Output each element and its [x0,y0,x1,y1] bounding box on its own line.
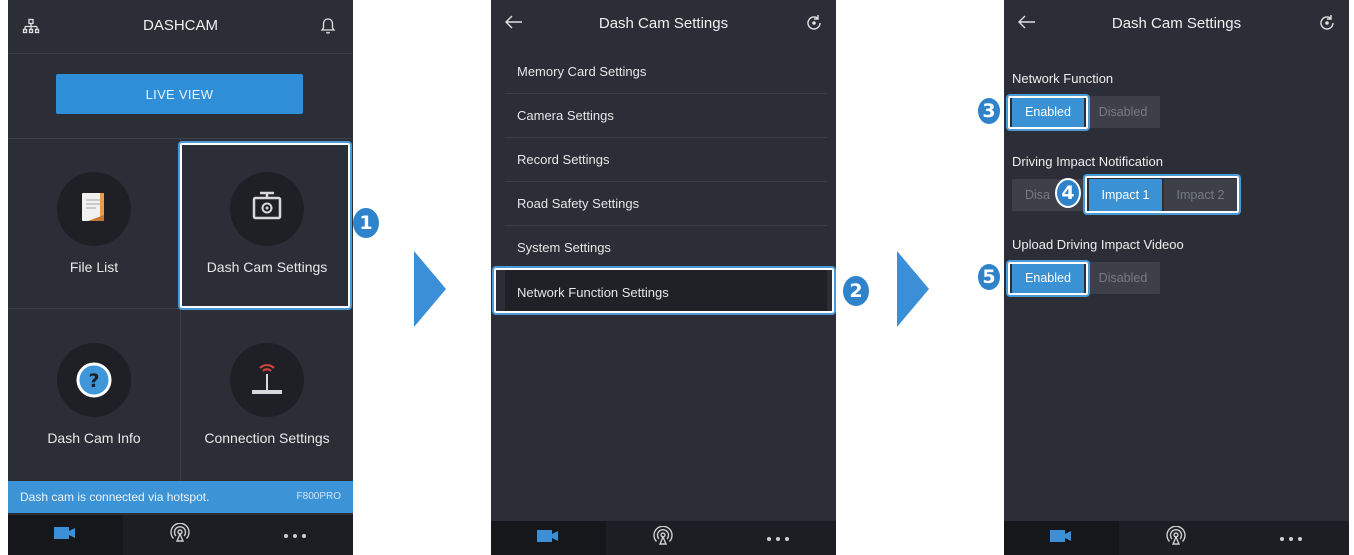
video-camera-icon [1049,529,1073,548]
tile-label: File List [69,259,119,275]
network-function-label: Network Function [1012,71,1114,86]
tile-file-list[interactable]: File List [8,138,180,308]
video-camera-icon [53,526,77,545]
video-camera-icon [536,529,560,548]
top-bar: Dash Cam Settings [1004,0,1349,46]
nav-connection[interactable] [1119,521,1234,555]
menu-memory-card-settings[interactable]: Memory Card Settings [505,50,827,94]
highlight-frame [1008,262,1088,295]
highlight-frame [1008,96,1088,129]
step-badge-3: 3 [976,96,1002,126]
nav-camera[interactable] [1004,521,1119,555]
svg-text:?: ? [88,370,99,392]
menu-system-settings[interactable]: System Settings [505,226,827,270]
step-badge-2: 2 [843,276,869,306]
model-name: F800PRO [296,491,341,502]
status-message: Dash cam is connected via hotspot. [20,490,210,504]
more-icon [766,529,790,547]
screen-title: Dash Cam Settings [1111,15,1242,32]
signal-icon [170,522,191,548]
step-badge-1: 1 [353,208,379,238]
signal-icon [653,525,674,551]
highlight-frame [494,268,834,313]
bottom-nav [1004,521,1349,555]
bottom-nav [8,515,353,555]
menu-road-safety-settings[interactable]: Road Safety Settings [505,182,827,226]
upload-impact-video-label: Upload Driving Impact Videoo [1012,237,1184,252]
tile-label: Dash Cam Info [47,430,141,446]
nav-more[interactable] [721,521,836,555]
signal-icon [1166,525,1187,551]
next-arrow [897,251,929,327]
step-badge-5: 5 [976,262,1002,292]
top-bar: DASHCAM [8,0,353,54]
nav-connection[interactable] [123,515,238,555]
more-icon [1279,529,1303,547]
menu-camera-settings[interactable]: Camera Settings [505,94,827,138]
tile-dashcam-info[interactable]: ? Dash Cam Info [8,309,180,479]
app-title: DASHCAM [142,17,218,34]
refresh-icon[interactable] [805,14,823,37]
impact-notification-label: Driving Impact Notification [1012,154,1163,169]
next-arrow [414,251,446,327]
nav-more[interactable] [1234,521,1349,555]
nav-camera[interactable] [8,515,123,555]
highlight-frame [1085,176,1239,213]
more-icon [283,526,307,544]
top-bar: Dash Cam Settings [491,0,836,46]
bell-icon[interactable] [320,17,336,40]
nav-connection[interactable] [606,521,721,555]
menu-record-settings[interactable]: Record Settings [505,138,827,182]
question-icon: ? [57,343,131,417]
router-icon [230,343,304,417]
screen-title: Dash Cam Settings [598,15,729,32]
nav-more[interactable] [238,515,353,555]
network-disabled-button[interactable]: Disabled [1086,96,1160,128]
tile-label: Connection Settings [204,430,330,446]
tile-connection-settings[interactable]: Connection Settings [181,309,353,479]
live-view-button[interactable]: LIVE VIEW [56,74,303,114]
file-list-icon [57,172,131,246]
bottom-nav [491,521,836,555]
upload-disabled-button[interactable]: Disabled [1086,262,1160,294]
step-badge-4: 4 [1055,178,1081,208]
nav-camera[interactable] [491,521,606,555]
refresh-icon[interactable] [1318,14,1336,37]
connection-status-bar: Dash cam is connected via hotspot. F800P… [8,481,353,513]
highlight-frame [180,143,350,308]
